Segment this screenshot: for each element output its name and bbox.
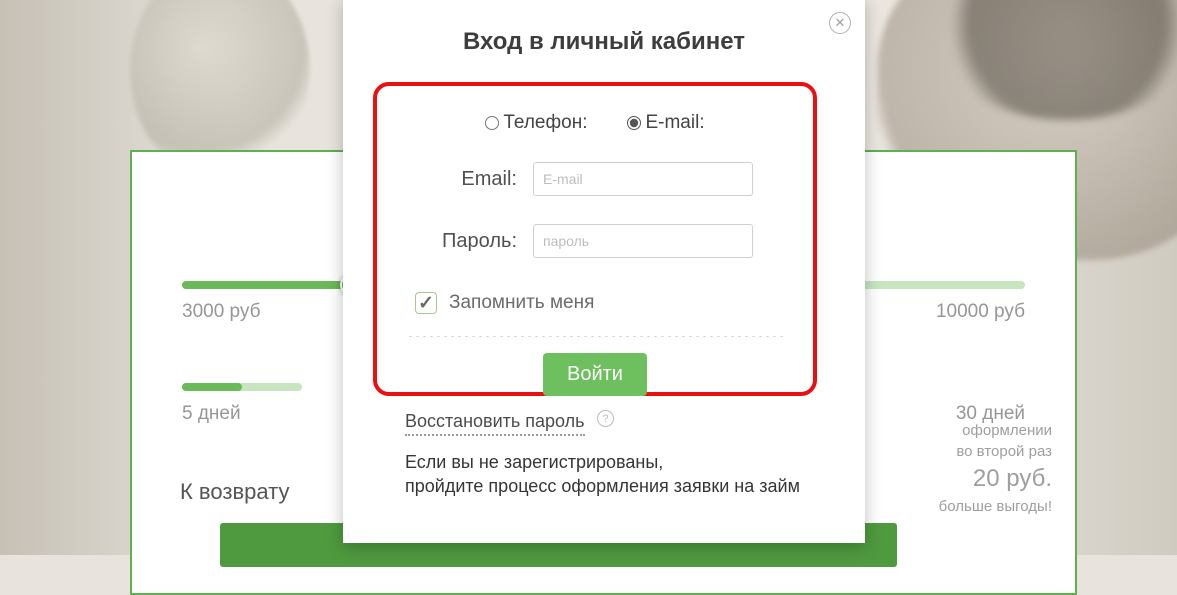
remember-me-checkbox[interactable]: ✓	[415, 292, 437, 314]
side-benefit-more: больше выгоды!	[939, 496, 1052, 517]
email-field[interactable]	[533, 162, 753, 196]
login-type-phone[interactable]: Телефон:	[485, 112, 587, 134]
not-registered-line2: пройдите процесс оформления заявки на за…	[405, 474, 805, 498]
login-submit-button[interactable]: Войти	[543, 353, 647, 396]
side-benefit-box: оформлении во второй раз 20 руб. больше …	[939, 420, 1052, 517]
modal-footer: Восстановить пароль ? Если вы не зарегис…	[405, 410, 805, 499]
password-label: Пароль:	[407, 230, 517, 253]
email-field-row: Email:	[407, 162, 783, 196]
side-benefit-price: 20 руб.	[939, 462, 1052, 496]
side-benefit-line2: во второй раз	[939, 441, 1052, 462]
modal-title: Вход в личный кабинет	[343, 28, 865, 56]
password-field[interactable]	[533, 224, 753, 258]
form-separator	[407, 336, 783, 337]
days-slider-fill	[182, 383, 242, 391]
email-label: Email:	[407, 168, 517, 191]
not-registered-text: Если вы не зарегистрированы, пройдите пр…	[405, 450, 805, 499]
days-min-label: 5 дней	[182, 403, 241, 425]
login-type-phone-radio[interactable]	[485, 116, 499, 130]
amount-max-label: 10000 руб	[936, 301, 1025, 323]
login-type-email-radio[interactable]	[627, 116, 641, 130]
remember-me-row[interactable]: ✓ Запомнить меня	[415, 292, 783, 314]
check-icon: ✓	[418, 292, 434, 315]
days-slider-track	[182, 383, 302, 391]
not-registered-line1: Если вы не зарегистрированы,	[405, 450, 805, 474]
login-modal: ✕ Вход в личный кабинет Телефон: E-mail:…	[343, 0, 865, 543]
side-benefit-line1: оформлении	[939, 420, 1052, 441]
return-amount-label: К возврату	[180, 479, 289, 505]
login-type-radio-group: Телефон: E-mail:	[407, 112, 783, 134]
close-button[interactable]: ✕	[829, 12, 851, 34]
remember-me-label: Запомнить меня	[449, 292, 594, 314]
password-field-row: Пароль:	[407, 224, 783, 258]
login-type-email[interactable]: E-mail:	[627, 112, 704, 134]
login-form-highlight: Телефон: E-mail: Email: Пароль: ✓ Запомн…	[373, 82, 817, 396]
login-type-email-label: E-mail:	[645, 112, 704, 134]
amount-slider-fill	[182, 281, 351, 289]
recover-password-link[interactable]: Восстановить пароль	[405, 411, 585, 436]
amount-min-label: 3000 руб	[182, 301, 261, 323]
close-icon: ✕	[835, 15, 846, 31]
help-icon[interactable]: ?	[597, 410, 614, 427]
login-type-phone-label: Телефон:	[503, 112, 587, 134]
